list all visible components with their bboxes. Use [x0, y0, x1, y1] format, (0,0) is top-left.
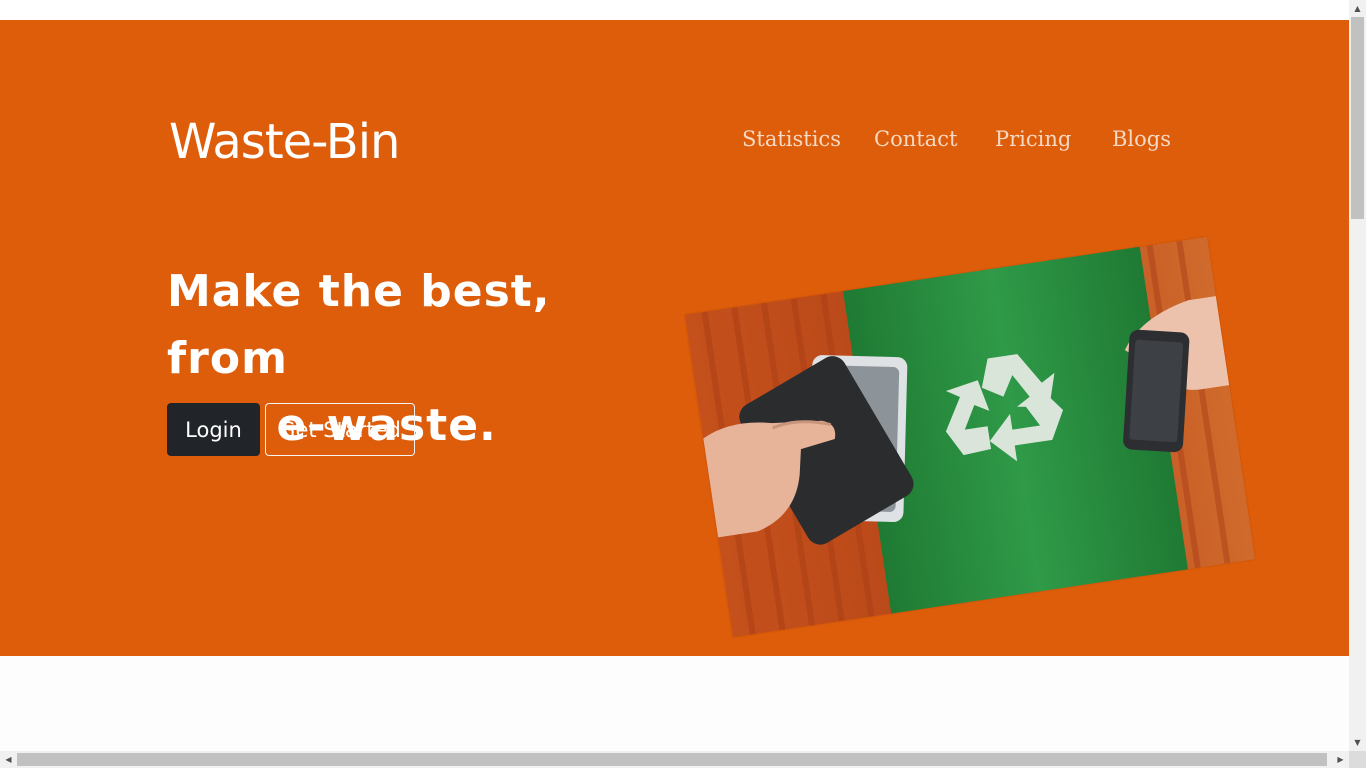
scroll-up-arrow-icon[interactable]: ▲ [1349, 0, 1366, 17]
page-viewport: Waste-Bin Statistics Contact Pricing Blo… [0, 0, 1349, 751]
get-started-button[interactable]: Get Started [265, 403, 415, 456]
scroll-down-arrow-icon[interactable]: ▼ [1349, 734, 1366, 751]
nav-link-contact[interactable]: Contact [874, 124, 957, 154]
scroll-left-arrow-icon[interactable]: ◀ [0, 751, 17, 768]
nav-link-pricing[interactable]: Pricing [995, 124, 1071, 154]
scroll-right-arrow-icon[interactable]: ▶ [1332, 751, 1349, 768]
hero-headline-line1: Make the best, from [167, 266, 551, 384]
nav-link-blogs[interactable]: Blogs [1112, 124, 1171, 154]
brand-logo[interactable]: Waste-Bin [169, 112, 400, 172]
login-button[interactable]: Login [167, 403, 260, 456]
vertical-scroll-thumb[interactable] [1351, 17, 1364, 219]
top-strip [0, 0, 1349, 20]
horizontal-scrollbar[interactable]: ◀ ▶ [0, 751, 1349, 768]
horizontal-scroll-thumb[interactable] [17, 753, 1327, 766]
vertical-scrollbar[interactable]: ▲ ▼ [1349, 0, 1366, 751]
scrollbar-corner [1349, 751, 1366, 768]
nav-link-statistics[interactable]: Statistics [742, 124, 841, 154]
